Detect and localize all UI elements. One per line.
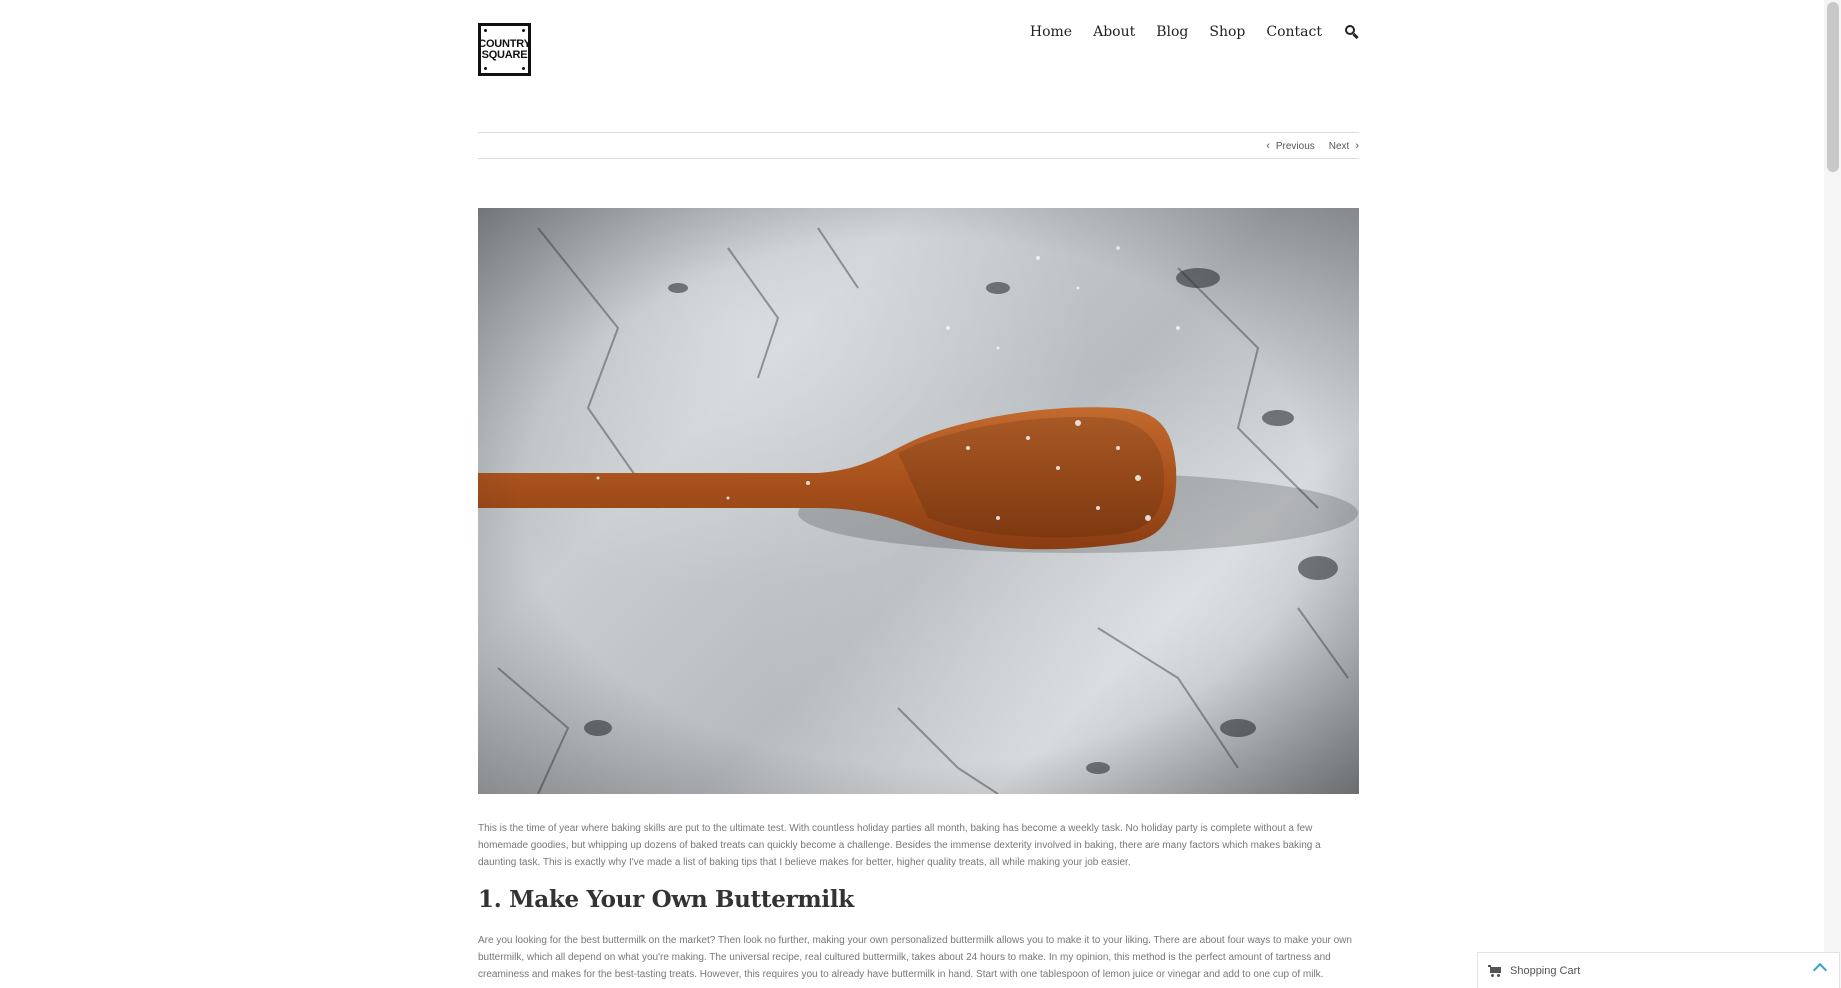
main-nav: Home About Blog Shop Contact [1030,24,1359,40]
logo-dot [484,67,487,70]
featured-image [478,208,1359,794]
previous-link[interactable]: ‹ Previous [1266,140,1315,152]
logo-dot [522,67,525,70]
section-heading: 1. Make Your Own Buttermilk [478,886,854,913]
nav-blog[interactable]: Blog [1156,24,1188,40]
post-navigation: ‹ Previous Next › [478,132,1359,159]
logo-dot [484,29,487,32]
article-intro: This is the time of year where baking sk… [478,823,1321,868]
logo-line-1: COUNTRY [478,37,531,50]
nav-home[interactable]: Home [1030,24,1072,40]
cart-label: Shopping Cart [1510,964,1581,977]
scrollbar-thumb[interactable] [1827,2,1839,172]
nav-contact[interactable]: Contact [1266,24,1322,40]
previous-label: Previous [1275,140,1315,152]
article-paragraph: Are you looking for the best buttermilk … [478,935,1352,980]
chevron-up-icon[interactable] [1812,962,1828,978]
site-logo[interactable]: COUNTRY SQUARE [478,23,531,76]
nav-shop[interactable]: Shop [1209,24,1245,40]
cart-icon [1488,964,1502,977]
logo-dot [522,29,525,32]
chevron-left-icon: ‹ [1266,140,1270,152]
next-label: Next [1328,140,1350,152]
next-link[interactable]: Next › [1329,140,1359,152]
nav-about[interactable]: About [1093,24,1135,40]
chevron-right-icon: › [1355,140,1359,152]
shopping-cart-widget[interactable]: Shopping Cart [1477,952,1840,988]
wooden-spoon-on-marble-photo [478,208,1359,794]
logo-line-2: SQUARE [481,48,528,61]
page-scrollbar[interactable] [1824,0,1841,988]
search-icon[interactable] [1345,25,1359,40]
